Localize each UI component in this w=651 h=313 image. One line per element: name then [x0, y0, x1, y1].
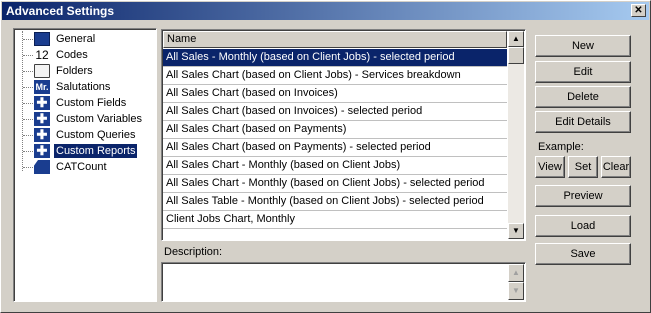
tree-item-custom-fields[interactable]: ✚ Custom Fields: [14, 95, 156, 111]
tree-item-label: Salutations: [56, 81, 111, 93]
new-button[interactable]: New: [535, 35, 631, 57]
scroll-down-button[interactable]: ▼: [508, 223, 524, 239]
report-row[interactable]: All Sales Chart - Monthly (based on Clie…: [163, 175, 507, 193]
edit-button[interactable]: Edit: [535, 61, 631, 83]
description-box[interactable]: ▲ ▼: [161, 262, 526, 302]
example-label: Example:: [538, 141, 584, 153]
description-scrollbar[interactable]: ▲ ▼: [508, 264, 524, 300]
tree-item-label: Custom Queries: [56, 129, 136, 141]
report-row[interactable]: All Sales Chart (based on Invoices): [163, 85, 507, 103]
example-set-button[interactable]: Set: [568, 156, 598, 178]
window-title: Advanced Settings: [6, 4, 115, 18]
example-view-button[interactable]: View: [535, 156, 565, 178]
advanced-settings-window: Advanced Settings ✕ General 12 Codes Folder…: [0, 0, 651, 313]
tree-item-label: Custom Reports: [52, 143, 139, 159]
tree-branch-line: [23, 167, 33, 168]
salutation-icon: Mr.: [34, 80, 50, 94]
tree-item-label: Custom Fields: [56, 97, 127, 109]
description-label: Description:: [164, 246, 223, 258]
close-button[interactable]: ✕: [631, 4, 646, 17]
delete-button[interactable]: Delete: [535, 86, 631, 108]
report-row[interactable]: All Sales - Monthly (based on Client Job…: [163, 49, 507, 67]
edit-details-button[interactable]: Edit Details: [535, 111, 631, 133]
book-icon: [34, 32, 50, 46]
tree-branch-line: [23, 71, 33, 72]
example-clear-button[interactable]: Clear: [601, 156, 631, 178]
preview-button[interactable]: Preview: [535, 185, 631, 207]
tree-item-label: Custom Variables: [56, 113, 142, 125]
title-bar[interactable]: Advanced Settings ✕: [2, 2, 649, 20]
tree-item-label: General: [56, 33, 96, 45]
tree-item-label: Folders: [56, 65, 93, 77]
column-header-name[interactable]: Name: [163, 31, 507, 48]
tree-branch-line: [23, 103, 33, 104]
desc-scroll-up-button[interactable]: ▲: [508, 264, 524, 282]
reports-list[interactable]: Name All Sales - Monthly (based on Clien…: [161, 29, 526, 241]
scroll-thumb[interactable]: [508, 47, 524, 64]
tree-branch-line: [23, 151, 33, 152]
tree-item-label: Codes: [56, 49, 88, 61]
tree-item-general[interactable]: General: [14, 31, 156, 47]
scroll-up-button[interactable]: ▲: [508, 31, 524, 47]
load-button[interactable]: Load: [535, 215, 631, 237]
report-row[interactable]: All Sales Chart (based on Client Jobs) -…: [163, 67, 507, 85]
desc-scroll-down-button[interactable]: ▼: [508, 282, 524, 300]
tree-branch-line: [23, 119, 33, 120]
report-row[interactable]: Client Jobs Chart, Monthly: [163, 211, 507, 229]
report-row[interactable]: All Sales Chart (based on Payments): [163, 121, 507, 139]
catcount-icon: [34, 160, 50, 174]
tree-item-custom-reports[interactable]: ✚ Custom Reports: [14, 143, 156, 159]
report-row[interactable]: All Sales Chart (based on Payments) - se…: [163, 139, 507, 157]
plus-icon: ✚: [34, 128, 50, 142]
number-icon: 12: [35, 48, 49, 62]
tree-item-catcount[interactable]: CATCount: [14, 159, 156, 175]
plus-icon: ✚: [34, 144, 50, 158]
list-scrollbar[interactable]: ▲ ▼: [508, 31, 524, 239]
tree-item-custom-variables[interactable]: ✚ Custom Variables: [14, 111, 156, 127]
report-row[interactable]: All Sales Chart (based on Invoices) - se…: [163, 103, 507, 121]
report-row[interactable]: All Sales Chart - Monthly (based on Clie…: [163, 157, 507, 175]
tree-item-label: CATCount: [56, 161, 107, 173]
folder-icon: [34, 64, 50, 78]
plus-icon: ✚: [34, 112, 50, 126]
report-row[interactable]: All Sales Table - Monthly (based on Clie…: [163, 193, 507, 211]
tree-branch-line: [23, 55, 33, 56]
settings-tree[interactable]: General 12 Codes Folders Mr. Salutations ✚ Cust…: [13, 28, 157, 302]
tree-item-salutations[interactable]: Mr. Salutations: [14, 79, 156, 95]
tree-branch-line: [23, 87, 33, 88]
tree-item-codes[interactable]: 12 Codes: [14, 47, 156, 63]
tree-branch-line: [23, 135, 33, 136]
tree-item-folders[interactable]: Folders: [14, 63, 156, 79]
tree-item-custom-queries[interactable]: ✚ Custom Queries: [14, 127, 156, 143]
plus-icon: ✚: [34, 96, 50, 110]
tree-branch-line: [23, 39, 33, 40]
save-button[interactable]: Save: [535, 243, 631, 265]
